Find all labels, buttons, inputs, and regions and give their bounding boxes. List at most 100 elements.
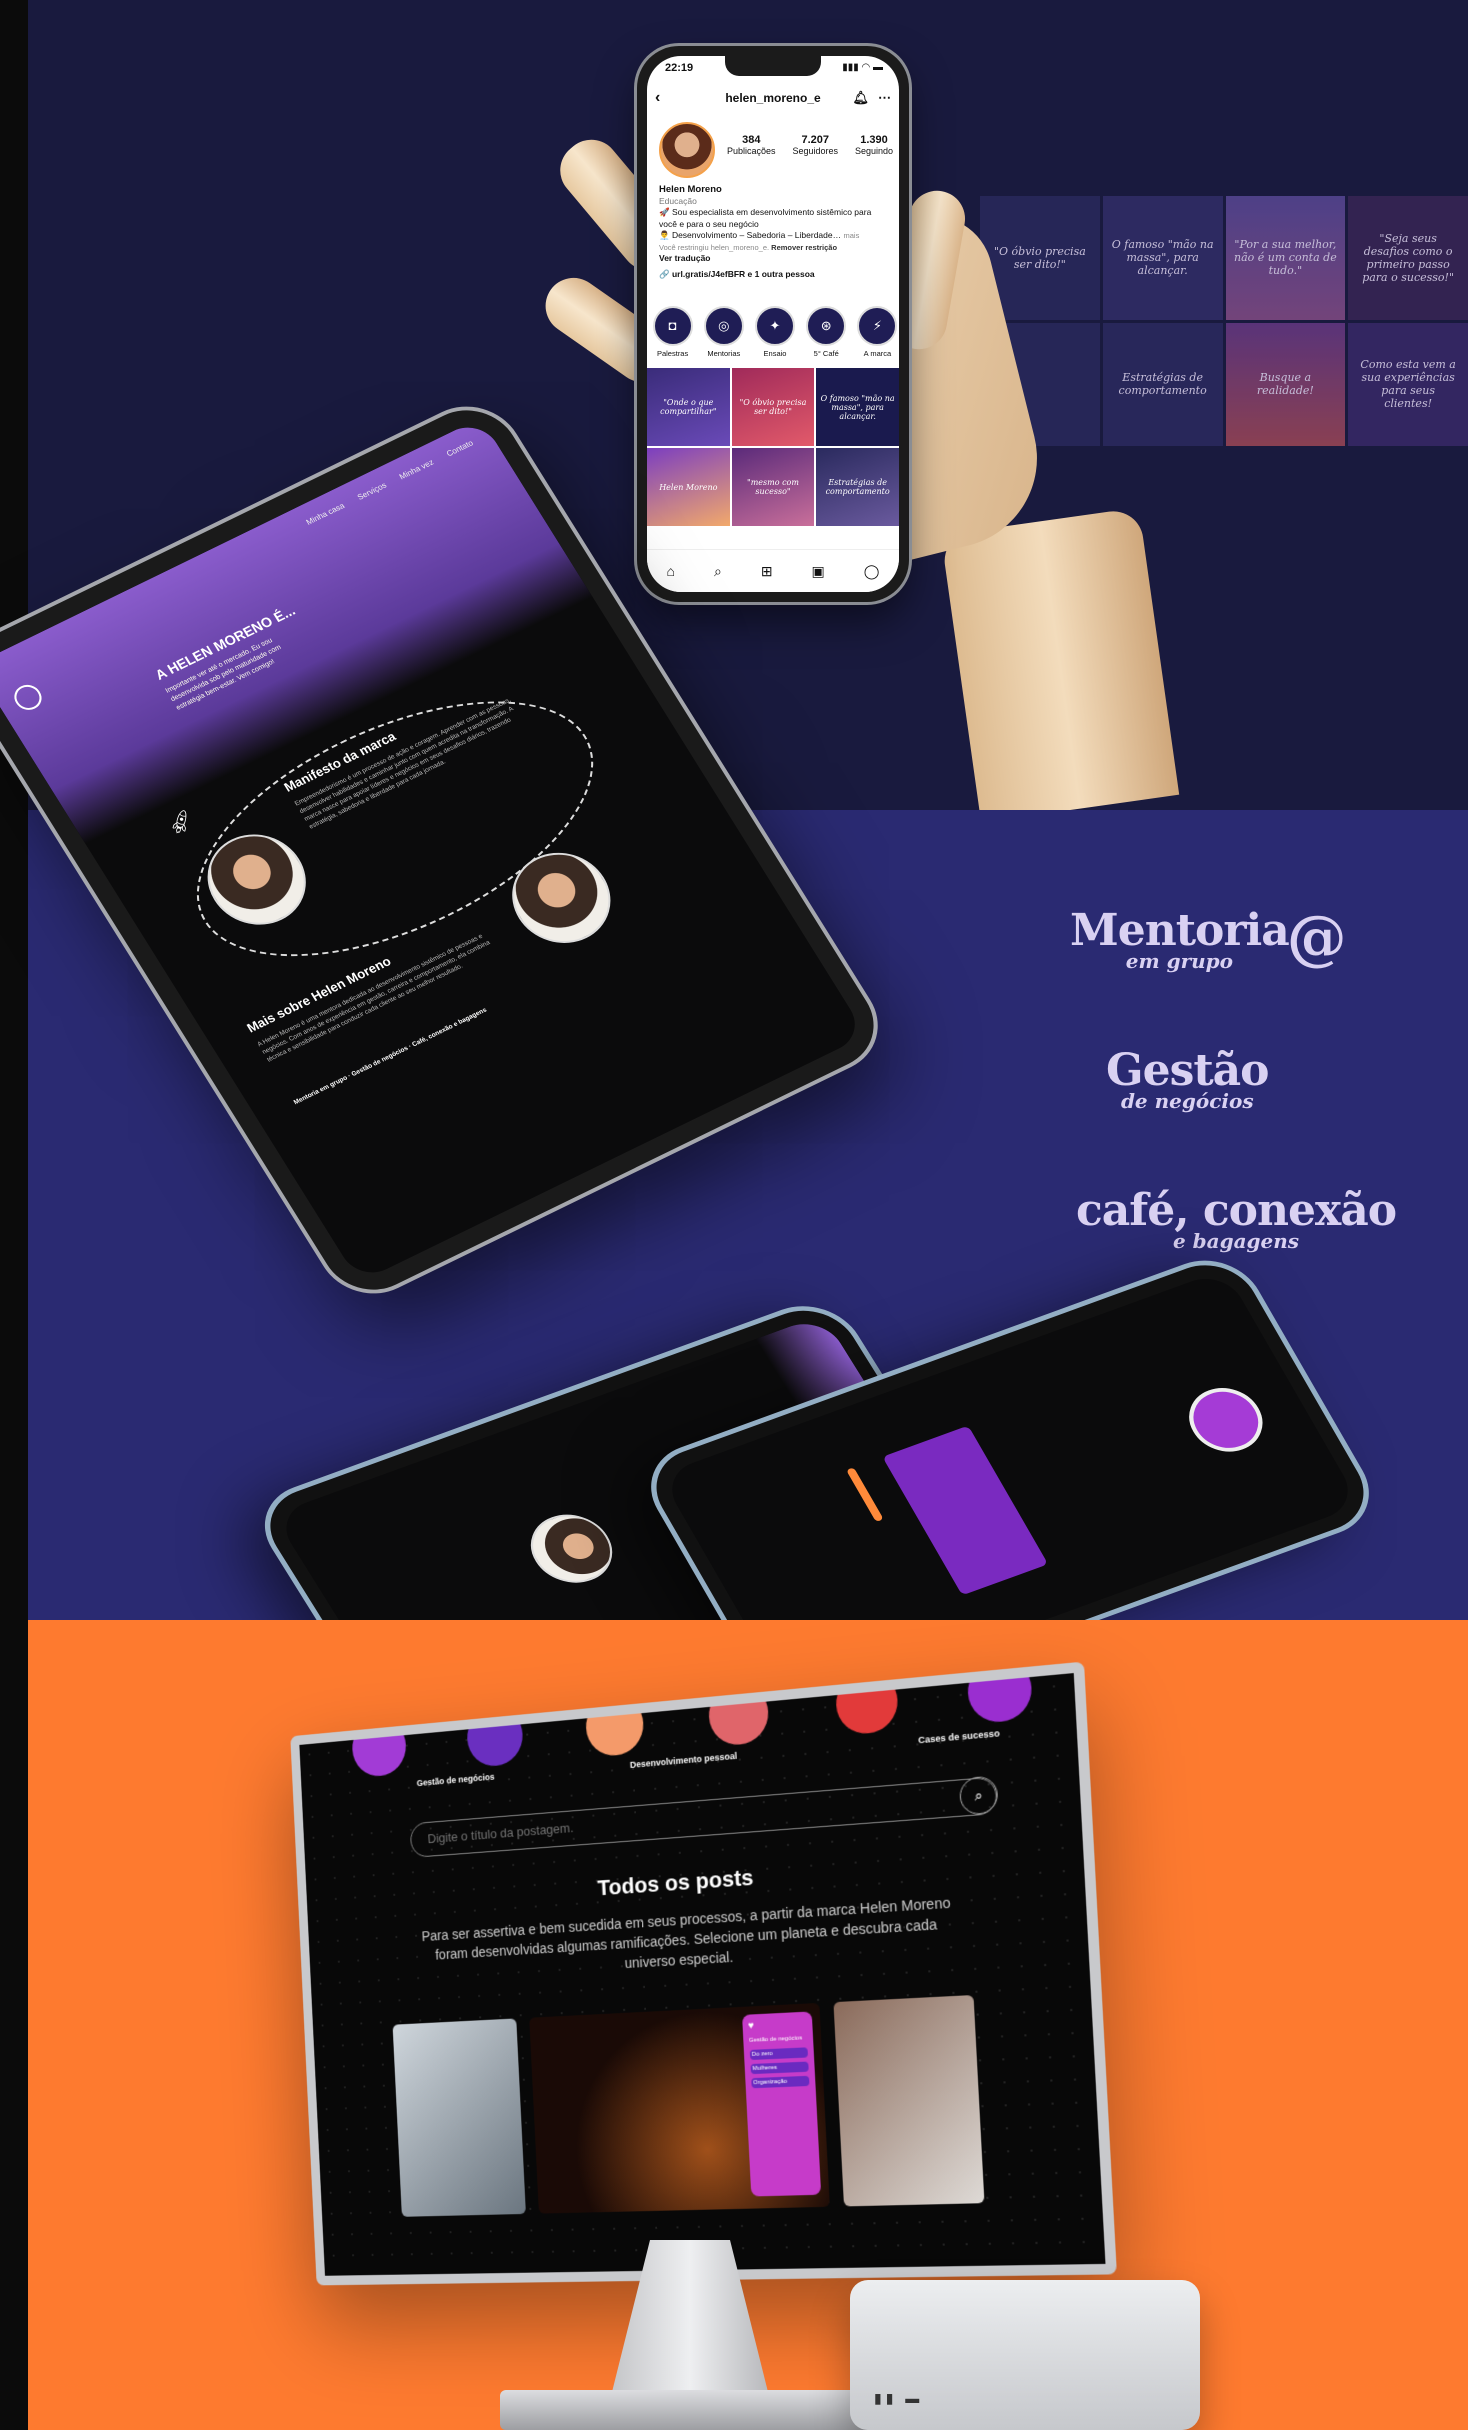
home-icon[interactable]: ⌂ (667, 563, 675, 579)
bio-line: 🚀 Sou especialista em desenvolvimento si… (659, 207, 891, 230)
camera-icon: ◘ (653, 306, 693, 346)
monitor-stand-base (500, 2390, 880, 2430)
mac-studio-device: ▮▮ ▬ (850, 2280, 1200, 2430)
bio-more-link[interactable]: mais (843, 231, 859, 240)
feed-post: "Seja seus desafios como o primeiro pass… (1348, 196, 1468, 320)
menu-item[interactable]: Gestão de negócios (749, 2035, 807, 2044)
wooden-hand-wrist (941, 507, 1179, 822)
translate-link[interactable]: Ver tradução (659, 253, 891, 265)
back-arrow-icon[interactable]: ‹ (655, 86, 660, 110)
stat-label: Seguidores (792, 146, 838, 156)
reels-icon[interactable]: ▣ (812, 563, 825, 580)
about-highlight: Mentoria em grupo · Gestão de negócios ·… (292, 985, 530, 1107)
bio-line-text: 👨‍💼 Desenvolvimento – Sabedoria – Liberd… (659, 230, 841, 240)
logo-gestao-de-negocios: Gestão de negócios (1106, 1050, 1269, 1111)
bio-link[interactable]: 🔗 url.gratis/J4efBFR e 1 outra pessoa (659, 269, 891, 281)
stat-value: 384 (727, 134, 776, 146)
bell-icon[interactable]: 🔔︎ (852, 86, 869, 110)
bio-name: Helen Moreno (659, 184, 891, 196)
post-thumbnail[interactable]: Helen Moreno (647, 448, 730, 526)
heart-icon[interactable]: ♥ (748, 2018, 806, 2032)
stat-value: 7.207 (792, 134, 838, 146)
post-card[interactable] (393, 2018, 527, 2216)
bio-line: 👨‍💼 Desenvolvimento – Sabedoria – Liberd… (659, 230, 891, 242)
bolt-icon: ⚡︎ (857, 306, 897, 346)
helen-photo-circle (516, 1504, 626, 1593)
profile-bio: Helen Moreno Educação 🚀 Sou especialista… (659, 184, 891, 280)
post-card[interactable]: ♥ Gestão de negócios Do zero Mulheres Or… (529, 2003, 829, 2214)
more-icon[interactable]: ⋯ (878, 86, 891, 110)
menu-item[interactable]: Do zero (750, 2047, 808, 2060)
highlight-label: Mentorias (707, 349, 740, 358)
blog-screen: Gestão de negócios Desenvolvimento pesso… (299, 1673, 1105, 2276)
profile-post-grid: "Onde o que compartilhar" "O óbvio preci… (647, 368, 899, 526)
remove-restriction-link[interactable]: Remover restrição (771, 243, 837, 252)
stat-label: Seguindo (855, 146, 893, 156)
feed-post: O famoso "mão na massa", para alcançar. (1103, 196, 1223, 320)
bio-link-text: url.gratis/J4efBFR e 1 outra pessoa (672, 269, 815, 279)
menu-item[interactable]: Mulheres (750, 2062, 808, 2075)
stat-following[interactable]: 1.390 Seguindo (855, 134, 893, 156)
planet-label[interactable]: Cases de sucesso (918, 1728, 1000, 1745)
post-thumbnail[interactable]: Estratégias de comportamento (816, 448, 899, 526)
rocket-icon: 🚀︎ (163, 806, 199, 838)
post-thumbnail[interactable]: "Onde o que compartilhar" (647, 368, 730, 446)
status-icons: ▮▮▮ ◠ ▬ (842, 62, 883, 73)
post-card-menu: ♥ Gestão de negócios Do zero Mulheres Or… (742, 2011, 821, 2196)
restriction-text: Você restringiu helen_moreno_e. (659, 243, 769, 252)
planet-icon[interactable] (966, 1673, 1033, 1724)
highlight-label: Ensaio (764, 349, 787, 358)
feed-post: Busque a realidade! (1226, 323, 1346, 447)
profile-username: helen_moreno_e (725, 91, 820, 105)
astronaut-icon (1176, 1379, 1275, 1462)
story-highlights: ◘ Palestras ◎ Mentorias ✦ Ensaio ⊛ 5° Café ⚡… (651, 306, 899, 358)
highlight-label: 5° Café (814, 349, 839, 358)
highlight-marca[interactable]: ⚡︎ A marca (856, 306, 899, 358)
menu-item[interactable]: Organização (751, 2076, 809, 2088)
instagram-feed-grid: "O óbvio precisa ser dito!" O famoso "mã… (980, 196, 1468, 446)
profile-header: ‹ helen_moreno_e 🔔︎ ⋯ (647, 86, 899, 110)
post-card[interactable] (833, 1995, 984, 2206)
logo-text: de negócios (1106, 1092, 1269, 1111)
avatar[interactable] (659, 122, 715, 178)
content-card (882, 1426, 1048, 1596)
bottom-tab-bar: ⌂ ⌕ ⊞ ▣ ◯ (647, 549, 899, 592)
feed-post: Estratégias de comportamento (1103, 323, 1223, 447)
bio-category: Educação (659, 196, 891, 208)
add-post-icon[interactable]: ⊞ (761, 563, 773, 580)
feed-post: Como esta vem a sua experiências para se… (1348, 323, 1468, 447)
logo-text: café, conexão (1076, 1190, 1396, 1232)
status-time: 22:19 (665, 62, 693, 74)
search-input[interactable] (425, 1791, 933, 1847)
left-edge-bar (0, 0, 28, 2430)
logo-text: Gestão (1106, 1050, 1269, 1092)
post-thumbnail[interactable]: "mesmo com sucesso" (732, 448, 815, 526)
sparkle-icon: ✦ (755, 306, 795, 346)
planet-label[interactable]: Gestão de negócios (416, 1772, 494, 1788)
post-cards: ♥ Gestão de negócios Do zero Mulheres Or… (393, 1995, 985, 2217)
post-search: ⌕ (410, 1776, 998, 1858)
planet-icon: ⊛ (806, 306, 846, 346)
galaxy-icon: ◎ (704, 306, 744, 346)
profile-stats: 384 Publicações 7.207 Seguidores 1.390 Segu… (727, 134, 893, 156)
cta-button[interactable] (846, 1467, 884, 1522)
planet-label[interactable]: Desenvolvimento pessoal (630, 1751, 738, 1770)
logo-mentoria-em-grupo: Mentoria em grupo @ (1070, 910, 1289, 971)
restriction-note: Você restringiu helen_moreno_e. Remover … (659, 242, 891, 254)
stat-followers[interactable]: 7.207 Seguidores (792, 134, 838, 156)
feed-post: "Por a sua melhor, não é um conta de tud… (1226, 196, 1346, 320)
logo-text: Mentoria (1070, 910, 1289, 952)
post-thumbnail[interactable]: "O óbvio precisa ser dito!" (732, 368, 815, 446)
highlight-ensaio[interactable]: ✦ Ensaio (753, 306, 796, 358)
stat-posts[interactable]: 384 Publicações (727, 134, 776, 156)
search-icon[interactable]: ⌕ (959, 1775, 999, 1815)
profile-icon[interactable]: ◯ (864, 563, 880, 580)
search-icon[interactable]: ⌕ (714, 563, 722, 580)
highlight-cafe[interactable]: ⊛ 5° Café (805, 306, 848, 358)
post-thumbnail[interactable]: O famoso "mão na massa", para alcançar. (816, 368, 899, 446)
highlight-mentorias[interactable]: ◎ Mentorias (702, 306, 745, 358)
stat-label: Publicações (727, 146, 776, 156)
logo-cafe-conexao-bagagens: café, conexão e bagagens (1076, 1190, 1396, 1251)
highlight-palestras[interactable]: ◘ Palestras (651, 306, 694, 358)
phone-mockup: 22:19 ▮▮▮ ◠ ▬ ‹ helen_moreno_e 🔔︎ ⋯ 384 P… (637, 46, 909, 602)
